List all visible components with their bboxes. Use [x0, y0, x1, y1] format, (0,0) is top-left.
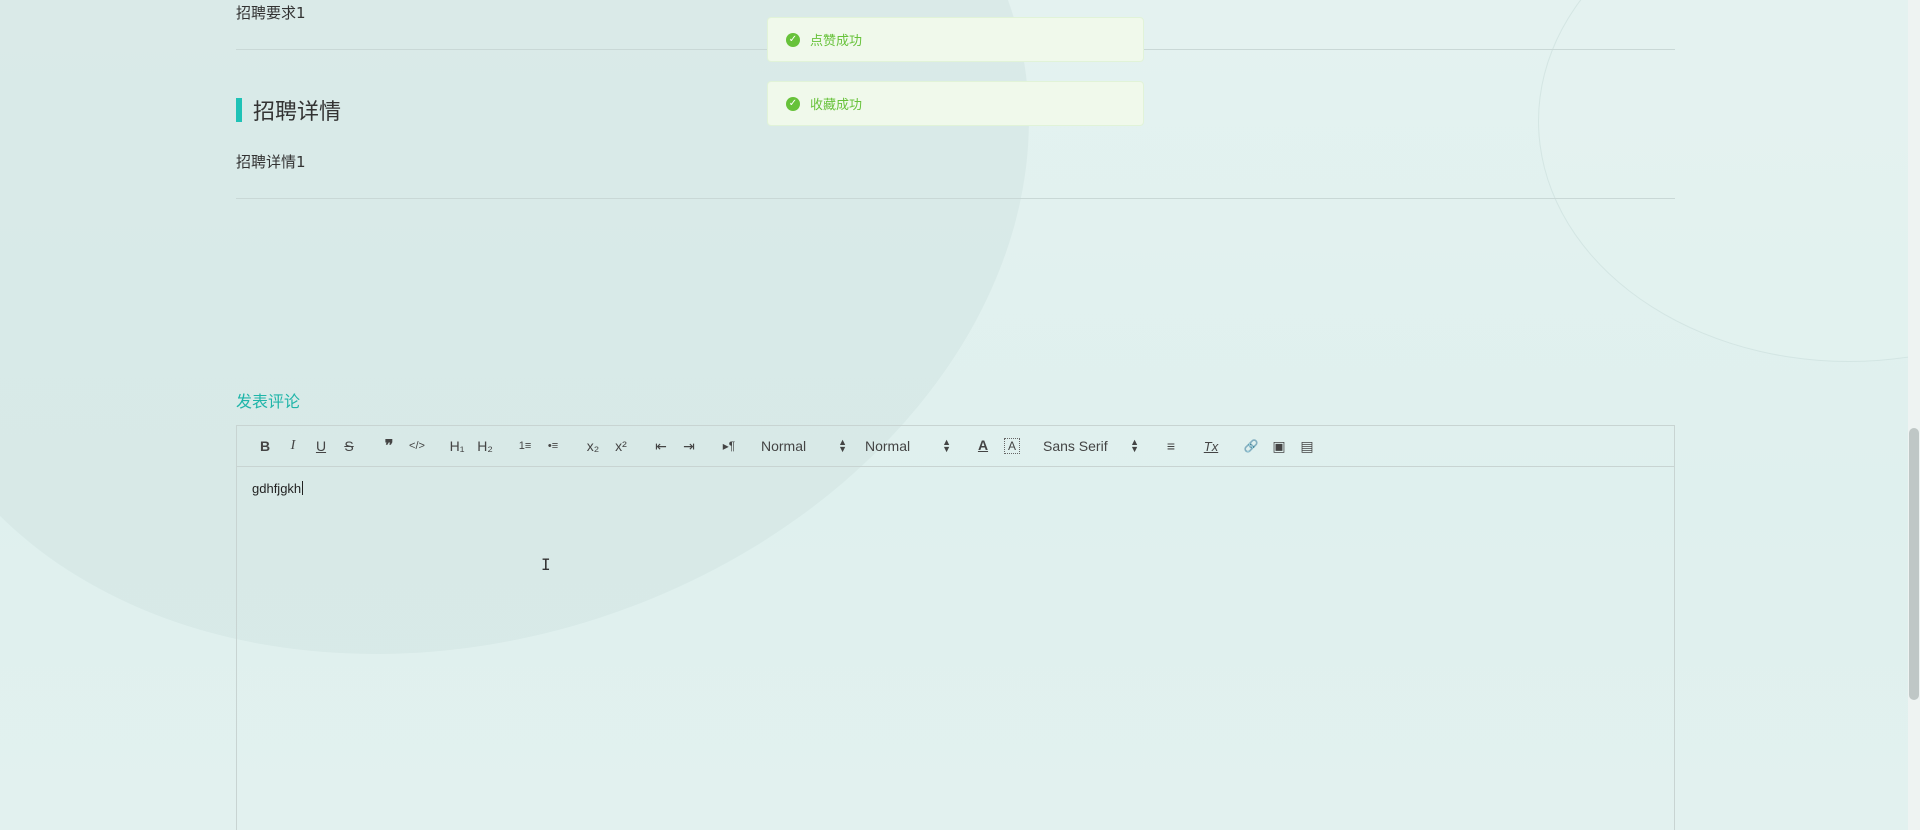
size-select[interactable]: Normal ▲ ▼ — [761, 437, 847, 455]
list-group: 1≡ •≡ — [511, 434, 567, 458]
color-group: A A — [969, 433, 1027, 459]
toast-favorite-success: ✓ 收藏成功 — [767, 81, 1144, 126]
chevron-updown-icon: ▲ ▼ — [838, 437, 847, 454]
format-group: B I U S — [251, 434, 363, 458]
vertical-scrollbar[interactable] — [1908, 0, 1920, 830]
font-select-value: Sans Serif — [1043, 438, 1108, 454]
font-select[interactable]: Sans Serif ▲ ▼ — [1043, 437, 1139, 455]
toast-message: 收藏成功 — [810, 98, 863, 113]
block-group: ❞ </> — [375, 434, 431, 458]
strike-button[interactable]: S — [335, 434, 363, 458]
heading-group: H₁ H₂ — [443, 434, 499, 458]
indent-decrease-button[interactable]: ⇤ — [647, 434, 675, 458]
editor-text: gdhfjgkh — [252, 481, 302, 496]
h2-button[interactable]: H₂ — [471, 434, 499, 458]
divider — [236, 198, 1675, 199]
chevron-updown-icon: ▲ ▼ — [942, 437, 951, 454]
bold-button[interactable]: B — [251, 434, 279, 458]
background-shape-right — [1538, 0, 1920, 362]
page: 招聘要求1 招聘详情 招聘详情1 发表评论 B I U S ❞ </> H₁ H… — [0, 0, 1920, 830]
toast-message: 点赞成功 — [810, 34, 863, 49]
text-color-button[interactable]: A — [969, 433, 997, 457]
blockquote-button[interactable]: ❞ — [375, 434, 403, 458]
section-title-label: 招聘详情 — [253, 100, 342, 125]
insert-group: 🔗 ▣ ▤ — [1237, 434, 1321, 458]
scrollbar-thumb[interactable] — [1909, 428, 1919, 700]
header-select[interactable]: Normal ▲ ▼ — [865, 437, 951, 455]
script-group: x₂ x² — [579, 434, 635, 458]
clean-group: Tx — [1197, 434, 1225, 458]
text-cursor — [302, 481, 304, 495]
size-select-value: Normal — [761, 438, 807, 454]
align-group: ≡ — [1157, 434, 1185, 458]
subscript-button[interactable]: x₂ — [579, 434, 607, 458]
title-accent-bar — [236, 98, 242, 122]
chevron-updown-icon: ▲ ▼ — [1130, 437, 1139, 454]
detail-text: 招聘详情1 — [236, 153, 306, 171]
requirement-text: 招聘要求1 — [236, 4, 306, 22]
background-color-button[interactable]: A — [1004, 438, 1020, 454]
section-title-detail: 招聘详情 — [236, 97, 342, 125]
underline-button[interactable]: U — [307, 434, 335, 458]
superscript-button[interactable]: x² — [607, 434, 635, 458]
header-select-value: Normal — [865, 438, 911, 454]
italic-button[interactable]: I — [279, 434, 307, 458]
video-icon[interactable]: ▤ — [1293, 434, 1321, 458]
ordered-list-button[interactable]: 1≡ — [511, 434, 539, 458]
image-icon[interactable]: ▣ — [1265, 434, 1293, 458]
bullet-list-button[interactable]: •≡ — [539, 434, 567, 458]
direction-group: ▸¶ — [715, 434, 743, 458]
post-comment-link[interactable]: 发表评论 — [236, 388, 300, 412]
indent-group: ⇤ ⇥ — [647, 434, 703, 458]
indent-increase-button[interactable]: ⇥ — [675, 434, 703, 458]
clear-format-button[interactable]: Tx — [1197, 434, 1225, 458]
h1-button[interactable]: H₁ — [443, 434, 471, 458]
text-cursor-icon: I — [541, 555, 551, 574]
editor-toolbar: B I U S ❞ </> H₁ H₂ 1≡ •≡ x₂ x² ⇤ ⇥ ▸¶ N… — [237, 426, 1674, 467]
toast-like-success: ✓ 点赞成功 — [767, 17, 1144, 62]
check-circle-icon: ✓ — [786, 32, 800, 47]
check-circle-icon: ✓ — [786, 96, 800, 111]
link-icon[interactable]: 🔗 — [1237, 434, 1265, 458]
editor-input[interactable]: gdhfjgkh — [237, 467, 1674, 510]
text-direction-button[interactable]: ▸¶ — [715, 434, 743, 458]
comment-editor: B I U S ❞ </> H₁ H₂ 1≡ •≡ x₂ x² ⇤ ⇥ ▸¶ N… — [236, 425, 1675, 830]
code-block-button[interactable]: </> — [403, 434, 431, 458]
align-button[interactable]: ≡ — [1157, 434, 1185, 458]
